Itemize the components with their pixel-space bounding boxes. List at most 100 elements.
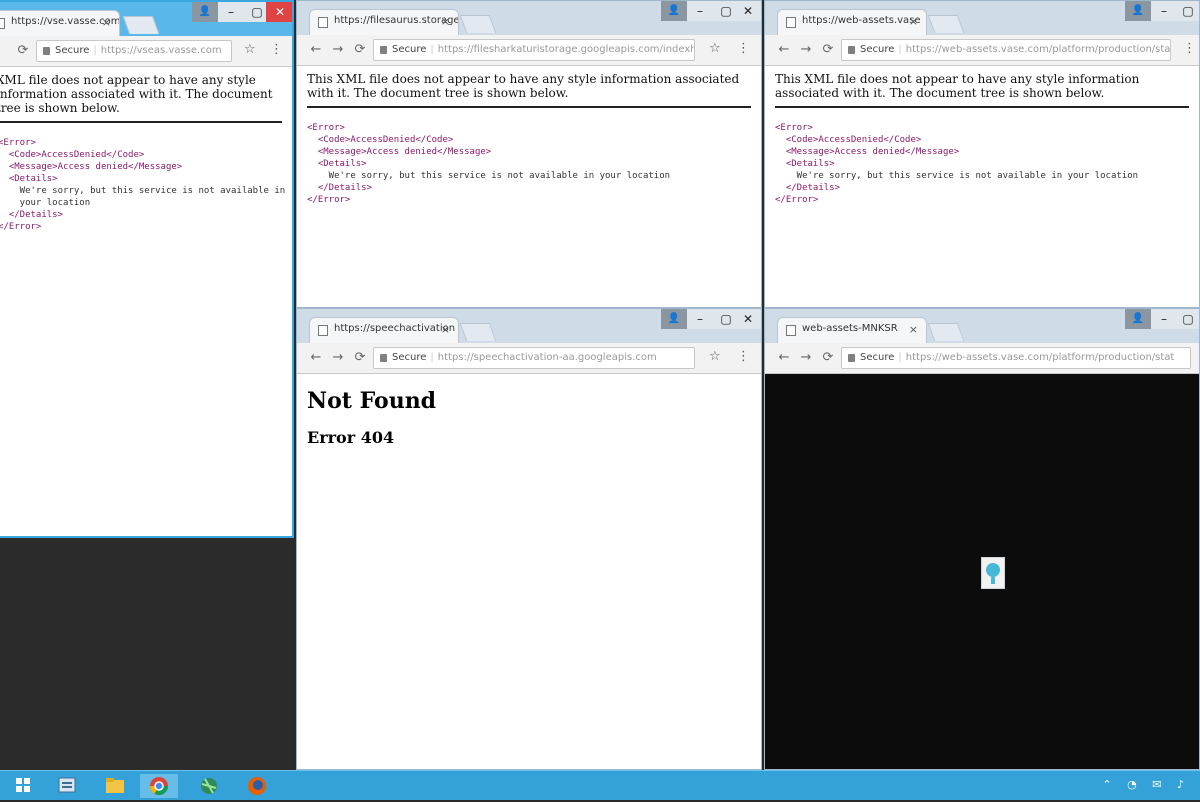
close-button[interactable]: ✕	[735, 309, 761, 329]
secure-label: Secure	[392, 44, 427, 55]
close-button[interactable]: ✕	[735, 1, 761, 21]
browser-toolbar: ← → ⟳ Secure | https://web-assets.vase.com…	[765, 35, 1199, 66]
xml-tree: <Error> <Code>AccessDenied</Code> <Messa…	[307, 122, 751, 206]
address-bar[interactable]: Secure | https://speechactivation-aa.googl…	[373, 347, 695, 369]
close-button[interactable]: ✕	[266, 2, 292, 22]
browser-window-3[interactable]: https://web-assets.vase × 👤 – ▢ ← → ⟳ Se…	[764, 0, 1200, 308]
browser-tab[interactable]: https://vse.vasse.com ×	[0, 10, 120, 36]
browser-window-5[interactable]: web-assets-MNKSR × 👤 – ▢ ← → ⟳ Secure | ht…	[764, 308, 1200, 770]
new-tab-button[interactable]	[459, 15, 497, 33]
page-favicon-icon	[786, 325, 796, 336]
firefox-icon[interactable]	[238, 774, 276, 798]
address-bar[interactable]: Secure | https://web-assets.vase.com/platf…	[841, 347, 1191, 369]
forward-icon[interactable]: →	[797, 349, 815, 367]
xml-line: <Details>	[0, 174, 58, 184]
title-bar[interactable]: web-assets-MNKSR × 👤 – ▢	[765, 309, 1199, 343]
browser-toolbar: ← → ⟳ Secure | https://speechactivation-aa…	[297, 343, 761, 374]
bookmark-star-icon[interactable]: ☆	[244, 42, 256, 57]
network-globe-icon[interactable]	[190, 774, 228, 798]
title-bar[interactable]: https://web-assets.vase × 👤 – ▢	[765, 1, 1199, 35]
system-tray[interactable]: ⌃ ◔ ✉ ♪	[1102, 778, 1190, 791]
address-bar[interactable]: Secure | https://filesharkaturistorage.goo…	[373, 39, 695, 61]
page-favicon-icon	[318, 325, 328, 336]
browser-tab[interactable]: web-assets-MNKSR ×	[777, 317, 927, 343]
user-profile-icon[interactable]: 👤	[661, 1, 687, 21]
reload-icon[interactable]: ⟳	[14, 42, 32, 60]
user-profile-icon[interactable]: 👤	[1125, 309, 1151, 329]
page-content: This XML file does not appear to have an…	[297, 66, 761, 307]
taskbar: ⌃ ◔ ✉ ♪	[0, 770, 1200, 800]
maximize-button[interactable]: ▢	[1175, 309, 1199, 329]
xml-tree: <Error> <Code>AccessDenied</Code> <Messa…	[0, 137, 285, 233]
reload-icon[interactable]: ⟳	[351, 349, 369, 367]
file-explorer-icon[interactable]	[96, 774, 134, 798]
page-content	[765, 374, 1199, 769]
title-bar[interactable]: https://filesaurus.storage × 👤 – ▢ ✕	[297, 1, 761, 35]
start-icon[interactable]	[4, 774, 42, 798]
chrome-menu-icon[interactable]: ⋮	[737, 349, 750, 364]
browser-tab[interactable]: https://speechactivation ×	[309, 317, 459, 343]
back-icon[interactable]: ←	[775, 41, 793, 59]
forward-icon[interactable]: →	[329, 41, 347, 59]
forward-icon[interactable]: →	[797, 41, 815, 59]
title-bar[interactable]: https://speechactivation × 👤 – ▢ ✕	[297, 309, 761, 343]
secure-label: Secure	[860, 352, 895, 363]
minimize-button[interactable]: –	[687, 309, 713, 329]
image-placeholder-icon	[981, 557, 1005, 589]
tab-close-icon[interactable]: ×	[441, 323, 450, 336]
title-bar[interactable]: https://vse.vasse.com × 👤 – ▢ ✕	[0, 2, 292, 36]
minimize-button[interactable]: –	[218, 2, 244, 22]
xml-line: <Details>	[307, 159, 367, 169]
address-bar[interactable]: Secure | https://web-assets.vase.com/platf…	[841, 39, 1171, 61]
minimize-button[interactable]: –	[1151, 1, 1177, 21]
secure-label: Secure	[55, 45, 90, 56]
new-tab-button[interactable]	[927, 15, 965, 33]
xml-line: </Error>	[0, 222, 42, 232]
browser-window-4[interactable]: https://speechactivation × 👤 – ▢ ✕ ← → ⟳…	[296, 308, 762, 770]
browser-tab[interactable]: https://web-assets.vase ×	[777, 9, 927, 35]
bookmark-star-icon[interactable]: ☆	[709, 41, 721, 56]
user-profile-icon[interactable]: 👤	[192, 2, 218, 22]
xml-line: We're sorry, but this service is not ava…	[775, 171, 1139, 181]
browser-window-1[interactable]: https://vse.vasse.com × 👤 – ▢ ✕ ⟳ Secure…	[0, 0, 294, 538]
xml-line: <Error>	[0, 138, 36, 148]
tab-title: https://speechactivation	[334, 323, 456, 334]
server-manager-icon[interactable]	[48, 774, 86, 798]
new-tab-button[interactable]	[122, 16, 160, 34]
reload-icon[interactable]: ⟳	[819, 349, 837, 367]
chrome-menu-icon[interactable]: ⋮	[737, 41, 750, 56]
user-profile-icon[interactable]: 👤	[1125, 1, 1151, 21]
tab-close-icon[interactable]: ×	[102, 16, 111, 29]
tab-close-icon[interactable]: ×	[441, 15, 450, 28]
page-title: Not Found	[307, 388, 437, 414]
chrome-icon[interactable]	[140, 774, 178, 798]
minimize-button[interactable]: –	[687, 1, 713, 21]
bookmark-star-icon[interactable]: ☆	[709, 349, 721, 364]
chrome-menu-icon[interactable]: ⋮	[1183, 41, 1196, 56]
xml-line: We're sorry, but this service is not ava…	[307, 171, 671, 181]
reload-icon[interactable]: ⟳	[819, 41, 837, 59]
maximize-button[interactable]: ▢	[1175, 1, 1199, 21]
back-icon[interactable]: ←	[775, 349, 793, 367]
address-bar[interactable]: Secure | https://vseas.vasse.com	[36, 40, 232, 62]
reload-icon[interactable]: ⟳	[351, 41, 369, 59]
minimize-button[interactable]: –	[1151, 309, 1177, 329]
chrome-menu-icon[interactable]: ⋮	[270, 42, 283, 57]
browser-tab[interactable]: https://filesaurus.storage ×	[309, 9, 459, 35]
url-text: https://web-assets.vase.com/platform/pro…	[905, 44, 1171, 55]
tab-close-icon[interactable]: ×	[909, 323, 918, 336]
back-icon[interactable]: ←	[307, 41, 325, 59]
user-profile-icon[interactable]: 👤	[661, 309, 687, 329]
new-tab-button[interactable]	[927, 323, 965, 341]
url-text: https://speechactivation-aa.googleapis.c…	[437, 352, 657, 363]
new-tab-button[interactable]	[459, 323, 497, 341]
xml-line: <Error>	[307, 123, 345, 133]
tab-close-icon[interactable]: ×	[909, 15, 918, 28]
xml-line: <Details>	[775, 159, 835, 169]
back-icon[interactable]: ←	[307, 349, 325, 367]
browser-window-2[interactable]: https://filesaurus.storage × 👤 – ▢ ✕ ← →…	[296, 0, 762, 308]
xml-line: <Code>AccessDenied</Code>	[775, 135, 922, 145]
browser-toolbar: ← → ⟳ Secure | https://filesharkaturistora…	[297, 35, 761, 66]
forward-icon[interactable]: →	[329, 349, 347, 367]
xml-line: </Details>	[307, 183, 373, 193]
